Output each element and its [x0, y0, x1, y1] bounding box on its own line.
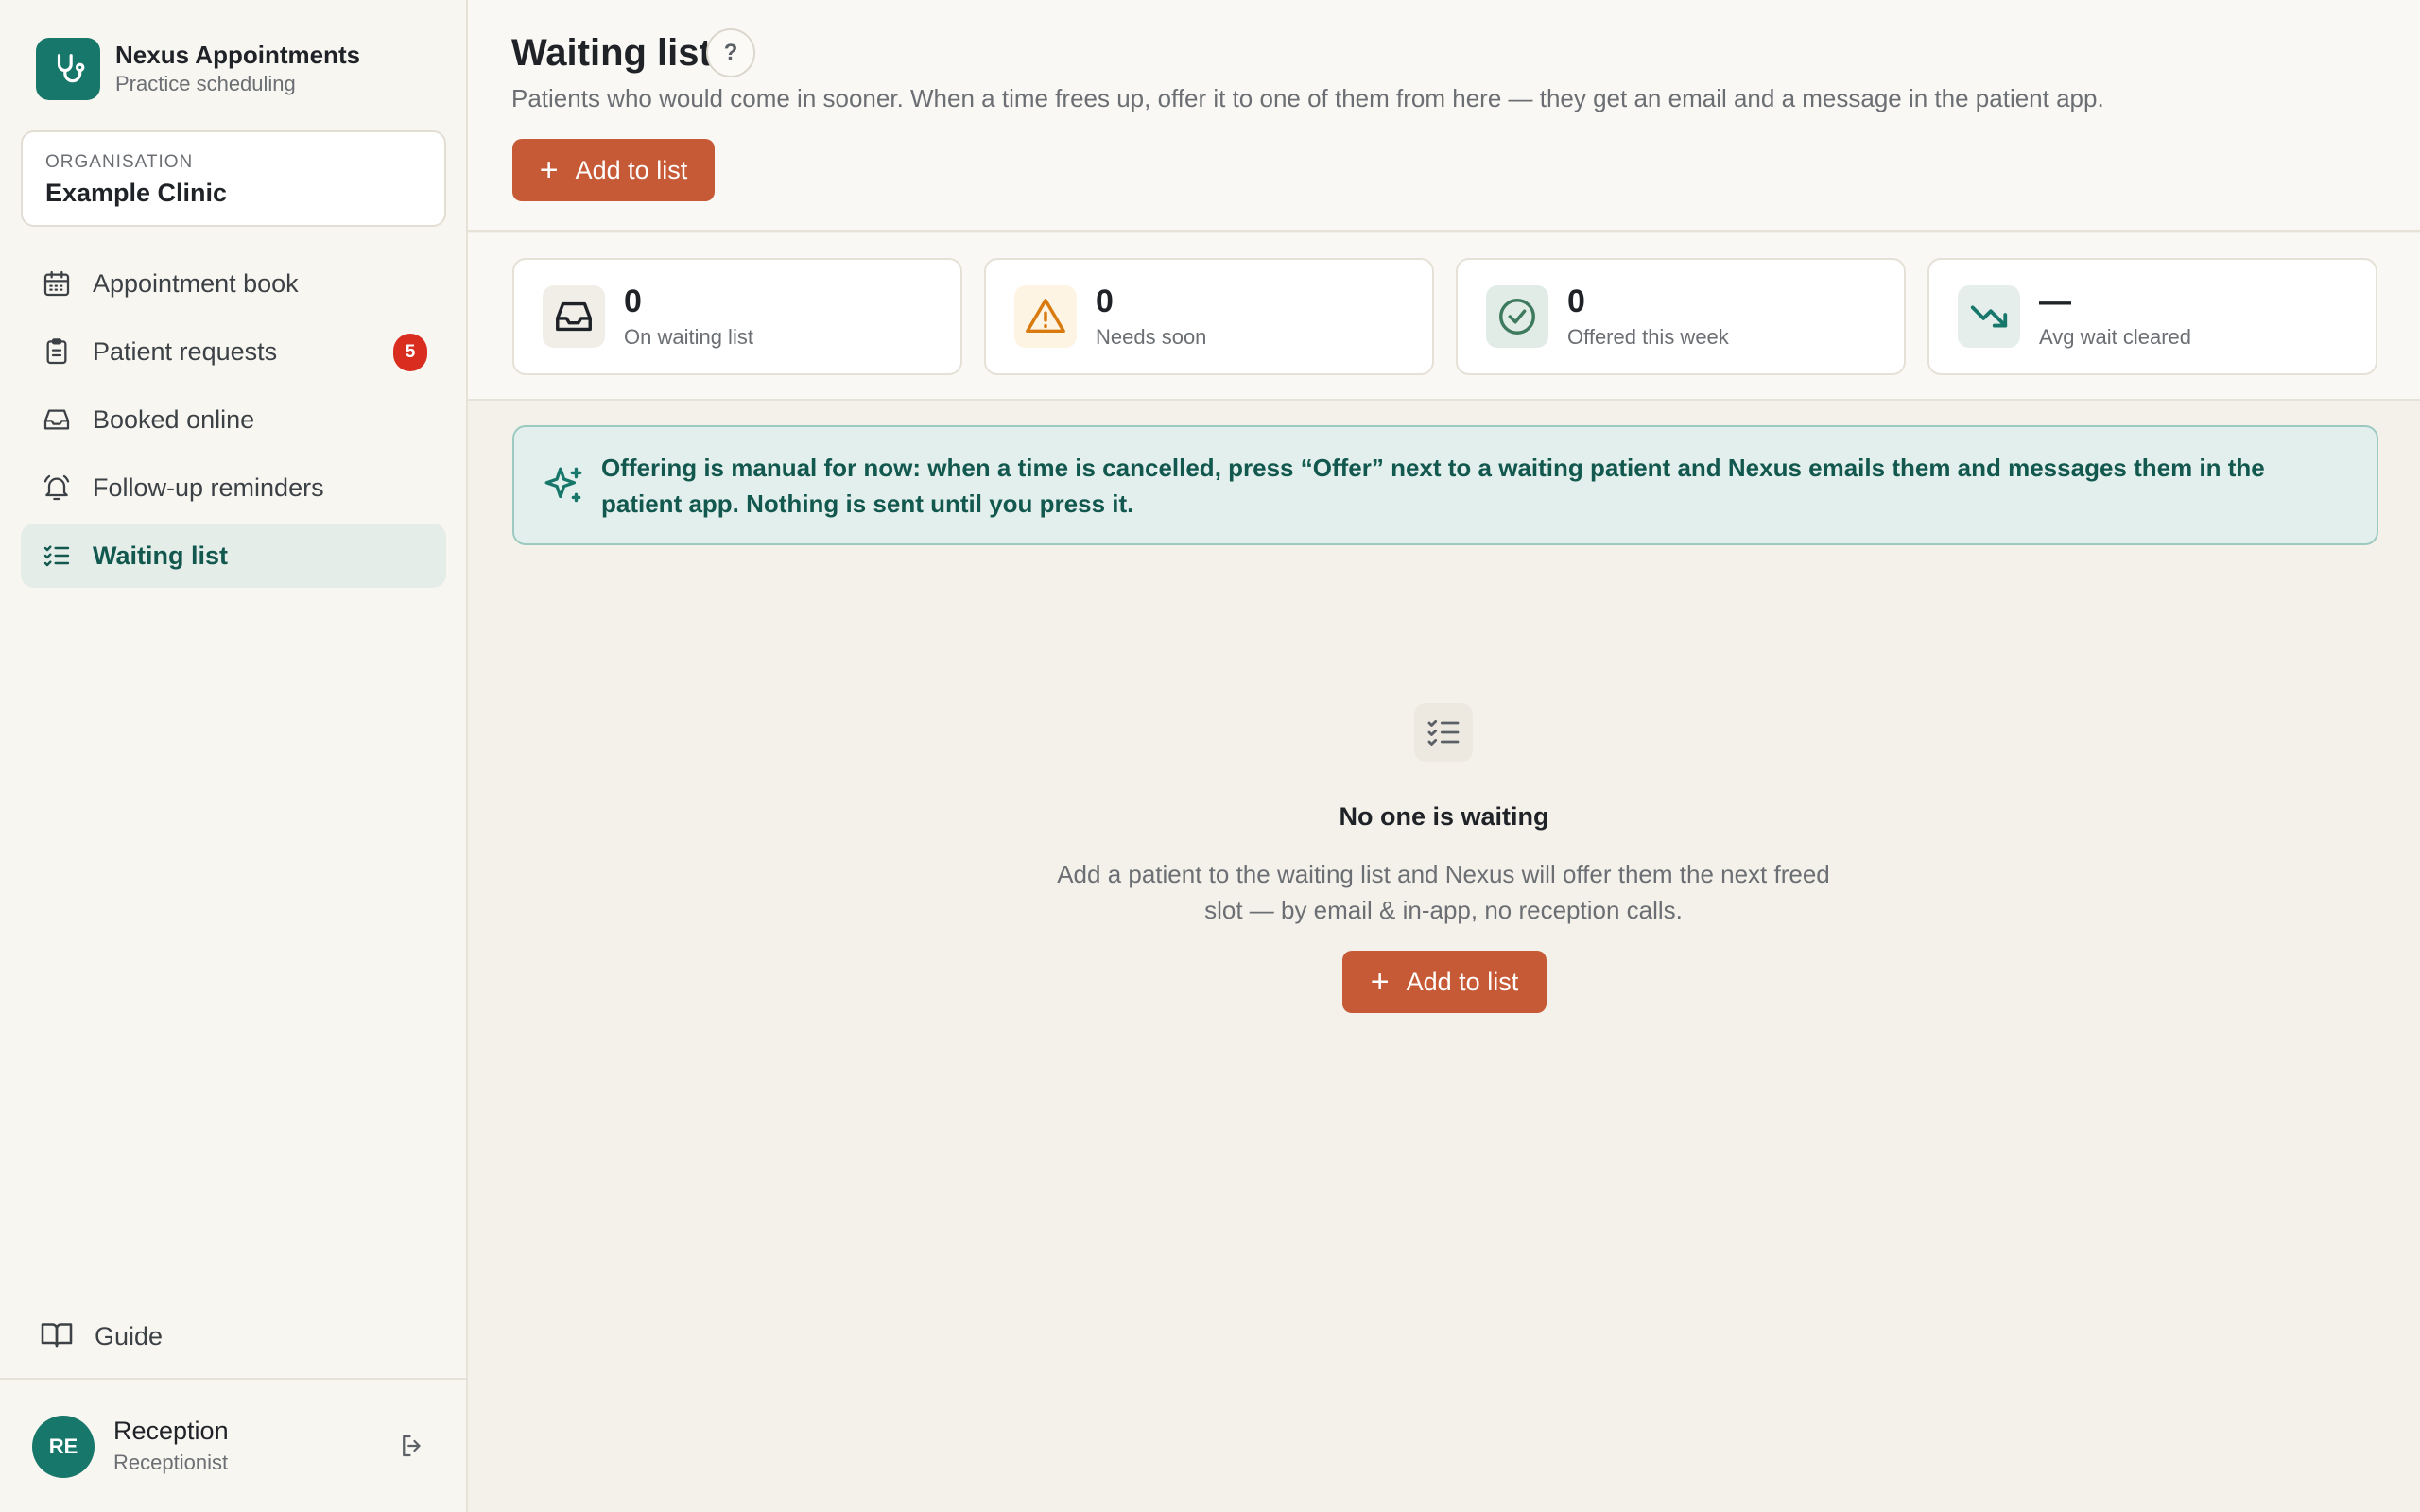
inbox-icon [543, 285, 605, 348]
sidebar-item-waiting-list[interactable]: Waiting list [21, 524, 446, 588]
page-header: Waiting list ? Patients who would come i… [468, 0, 2420, 232]
stat-value: 0 [624, 284, 642, 319]
stat-card-offered-this-week: 0 Offered this week [1456, 258, 1906, 375]
stat-label: Avg wait cleared [2039, 325, 2192, 349]
organisation-label: ORGANISATION [45, 152, 194, 172]
add-to-list-label: Add to list [575, 155, 688, 184]
sidebar-item-patient-requests[interactable]: Patient requests 5 [21, 319, 446, 384]
stethoscope-icon [36, 38, 100, 100]
inbox-icon [40, 403, 74, 437]
stat-card-needs-soon: 0 Needs soon [984, 258, 1434, 375]
calendar-icon [40, 266, 74, 301]
plus-icon: + [1370, 964, 1390, 1000]
stat-label: Needs soon [1096, 325, 1207, 349]
bell-icon [40, 471, 74, 505]
logout-icon [403, 1435, 421, 1457]
sidebar-item-label: Appointment book [93, 268, 299, 298]
notice-text: Offering is manual for now: when a time … [601, 454, 2265, 518]
app-subtitle: Practice scheduling [115, 72, 296, 95]
sparkle-icon [541, 463, 588, 510]
sidebar-item-label: Follow-up reminders [93, 472, 324, 502]
organisation-selector[interactable]: ORGANISATION Example Clinic [21, 130, 446, 227]
checklist-icon [40, 539, 74, 573]
book-icon [40, 1317, 74, 1356]
check-circle-icon [1486, 285, 1548, 348]
empty-state-description: Add a patient to the waiting list and Ne… [1057, 860, 1830, 924]
sidebar-item-label: Patient requests [93, 336, 278, 366]
stat-card-on-waiting-list: 0 On waiting list [512, 258, 962, 375]
sidebar-item-appointment-book[interactable]: Appointment book [21, 251, 446, 316]
stat-label: Offered this week [1567, 325, 1729, 349]
avatar[interactable]: RE [32, 1416, 95, 1478]
stat-value: 0 [1567, 284, 1585, 319]
organisation-name: Example Clinic [45, 179, 228, 207]
sidebar-nav: Appointment book Patient requests 5 Book… [21, 251, 446, 592]
app-title: Nexus Appointments [115, 41, 361, 69]
sidebar-item-booked-online[interactable]: Booked online [21, 387, 446, 452]
add-to-list-label: Add to list [1406, 967, 1519, 996]
stat-value: — [2039, 284, 2071, 319]
sidebar-item-follow-up-reminders[interactable]: Follow-up reminders [21, 455, 446, 520]
user-panel: RE Reception Receptionist [0, 1378, 466, 1512]
logout-button[interactable] [393, 1427, 431, 1465]
brand[interactable]: Nexus Appointments Practice scheduling [36, 38, 360, 100]
user-role: Receptionist [113, 1451, 229, 1474]
main-content: Waiting list ? Patients who would come i… [468, 0, 2420, 1512]
page-description: Patients who would come in sooner. When … [511, 84, 2104, 112]
trending-down-icon [1958, 285, 2020, 348]
stat-label: On waiting list [624, 325, 753, 349]
clipboard-icon [40, 335, 74, 369]
help-button[interactable]: ? [706, 28, 755, 77]
stats-row: 0 On waiting list 0 Needs soon 0 Offered… [468, 233, 2420, 401]
plus-icon: + [539, 152, 559, 188]
stat-card-avg-wait-cleared: — Avg wait cleared [1927, 258, 2377, 375]
sidebar-item-label: Booked online [93, 404, 255, 434]
add-to-list-button[interactable]: + Add to list [512, 139, 715, 201]
sidebar-item-guide[interactable]: Guide [40, 1317, 163, 1356]
notification-badge: 5 [393, 334, 427, 371]
info-notice: Offering is manual for now: when a time … [512, 425, 2378, 545]
page-title: Waiting list [511, 32, 712, 74]
user-name: Reception [113, 1417, 229, 1445]
empty-add-to-list-button[interactable]: + Add to list [1342, 951, 1547, 1013]
sidebar-item-label: Waiting list [93, 541, 228, 570]
sidebar: Nexus Appointments Practice scheduling O… [0, 0, 468, 1512]
empty-state-title: No one is waiting [1339, 802, 1549, 831]
sidebar-item-label: Guide [95, 1322, 164, 1350]
stat-value: 0 [1096, 284, 1114, 319]
checklist-icon [1414, 703, 1473, 762]
warning-icon [1014, 285, 1077, 348]
